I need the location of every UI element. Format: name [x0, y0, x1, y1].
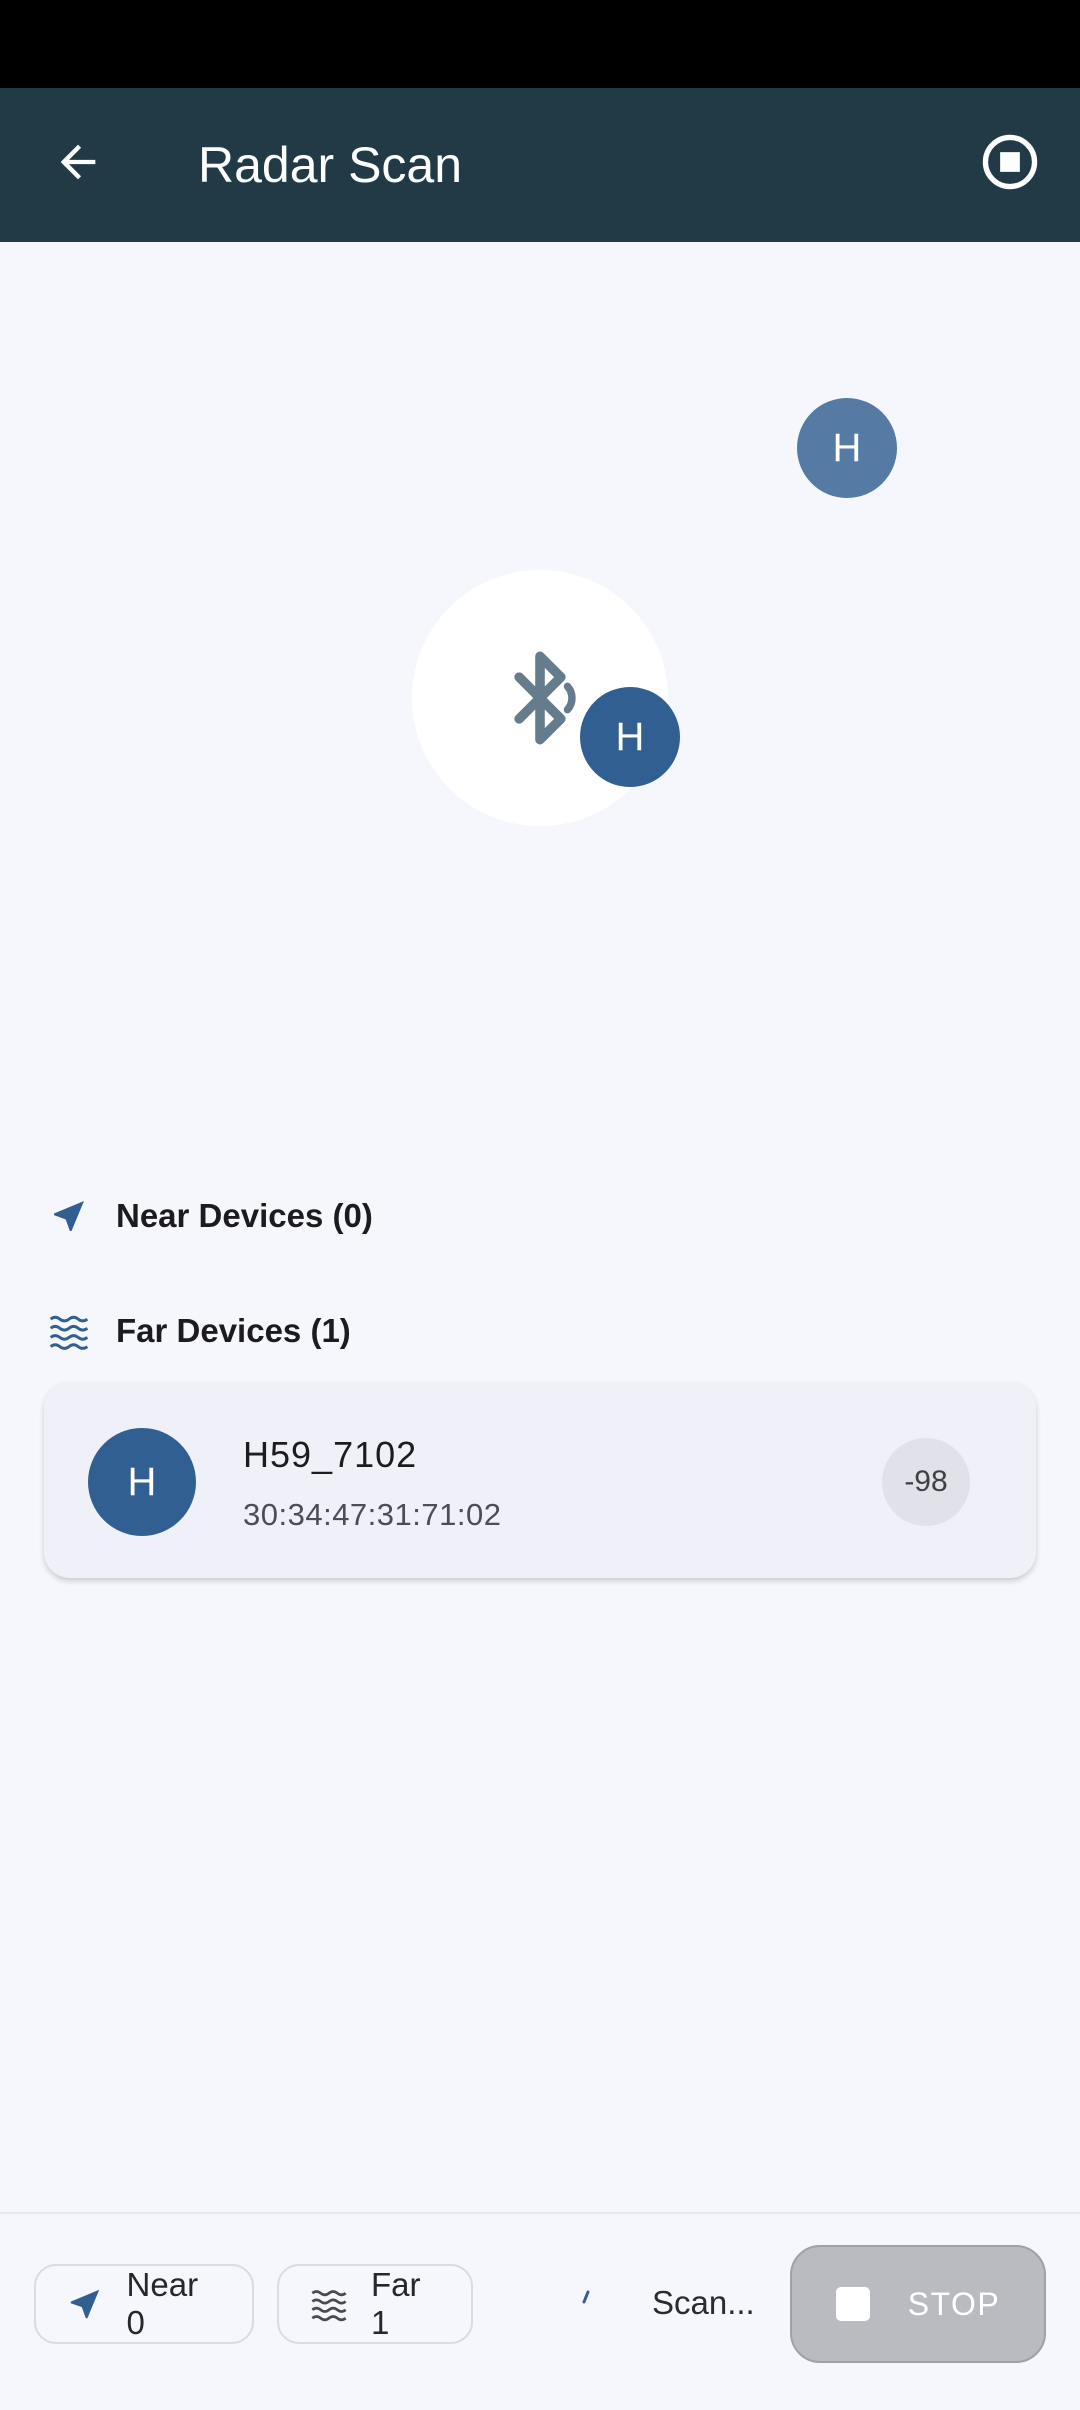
far-devices-header: Far Devices (1) [44, 1301, 351, 1361]
arrow-left-icon [60, 144, 96, 180]
device-initial: H [127, 1459, 157, 1504]
device-initial: H [615, 714, 645, 759]
device-card[interactable]: H H59_7102 30:34:47:31:71:02 -98 [44, 1382, 1036, 1578]
status-bar [0, 0, 1080, 88]
near-devices-label: Near Devices (0) [116, 1197, 373, 1234]
near-devices-header: Near Devices (0) [44, 1186, 373, 1246]
device-initial: H [832, 425, 862, 470]
waves-icon [311, 2290, 347, 2322]
app-bar: Radar Scan [0, 88, 1080, 242]
radar-view: H H [0, 242, 1080, 1142]
near-chip-label: Near 0 [126, 2266, 199, 2341]
stop-square-icon [835, 2287, 870, 2321]
rssi-value: -98 [904, 1465, 948, 1498]
device-name: H59_7102 [243, 1434, 418, 1475]
scan-status: Scan... [652, 2284, 755, 2321]
navigation-arrow-icon [54, 1201, 84, 1231]
stop-button-label: STOP [907, 2285, 1001, 2322]
far-devices-label: Far Devices (1) [116, 1312, 351, 1349]
radar-device-dot[interactable]: H [797, 398, 897, 498]
stop-button[interactable]: STOP [790, 2245, 1046, 2363]
near-filter-chip[interactable]: Near 0 [34, 2264, 254, 2344]
device-mac-address: 30:34:47:31:71:02 [243, 1497, 502, 1532]
radar-device-dot[interactable]: H [580, 687, 680, 787]
back-button[interactable] [36, 120, 120, 204]
stop-scan-button[interactable] [968, 120, 1052, 204]
far-chip-label: Far 1 [371, 2266, 421, 2341]
rssi-badge: -98 [882, 1438, 970, 1526]
far-filter-chip[interactable]: Far 1 [277, 2264, 473, 2344]
stop-circle-icon [982, 134, 1038, 190]
loading-spinner-icon [582, 2290, 590, 2304]
waves-icon [49, 1315, 89, 1350]
navigation-arrow-icon [71, 2289, 100, 2319]
page-title: Radar Scan [198, 137, 463, 193]
bluetooth-searching-icon [514, 651, 576, 745]
device-avatar: H [88, 1428, 196, 1536]
